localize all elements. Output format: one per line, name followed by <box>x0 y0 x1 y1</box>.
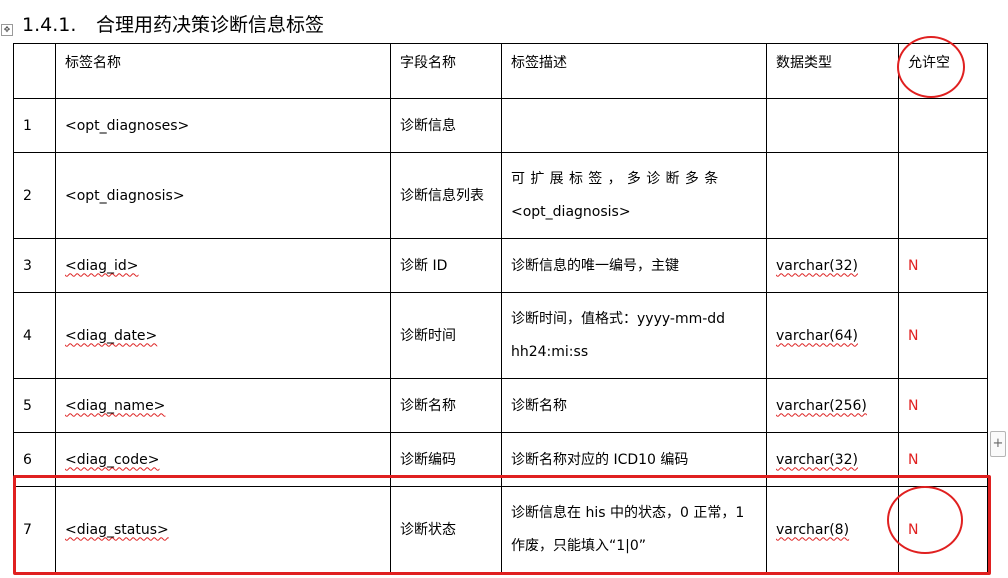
field-name-cell: 诊断信息 <box>390 98 502 153</box>
nullable-cell <box>898 98 988 153</box>
annotation-circle-header <box>897 36 965 98</box>
row-number: 2 <box>13 152 56 239</box>
row-number: 4 <box>13 292 56 379</box>
tag-name-text: <diag_name> <box>65 397 166 414</box>
row-number: 1 <box>13 98 56 153</box>
table-row: 5 <diag_name> 诊断名称 诊断名称 varchar(256) N <box>13 378 988 433</box>
description-cell: 诊断时间，值格式：yyyy-mm-dd hh24:mi:ss <box>501 292 767 379</box>
tag-name-cell: <diag_name> <box>55 378 391 433</box>
data-type-cell <box>766 98 899 153</box>
description-cell: 可扩展标签，多诊断多条 <opt_diagnosis> <box>501 152 767 239</box>
header-tag-name: 标签名称 <box>55 43 391 99</box>
header-index-cell <box>13 43 56 99</box>
header-field-name: 字段名称 <box>390 43 502 99</box>
data-type-text: varchar(64) <box>776 327 858 344</box>
tag-name-text: <diag_date> <box>65 327 158 344</box>
field-name-cell: 诊断名称 <box>390 378 502 433</box>
section-heading: 1.4.1. 合理用药决策诊断信息标签 <box>22 12 324 38</box>
table-header-row: 标签名称 字段名称 标签描述 数据类型 允许空 <box>13 43 988 99</box>
row-number: 5 <box>13 378 56 433</box>
description-cell <box>501 98 767 153</box>
description-line-2: <opt_diagnosis> <box>511 203 631 220</box>
description-line-1: 诊断时间，值格式：yyyy-mm-dd <box>511 310 726 327</box>
data-type-cell <box>766 152 899 239</box>
section-number: 1.4.1. <box>22 14 77 36</box>
tag-name-cell: <opt_diagnosis> <box>55 152 391 239</box>
row-number: 3 <box>13 238 56 293</box>
description-line-2: hh24:mi:ss <box>511 343 589 360</box>
nullable-cell <box>898 152 988 239</box>
tag-name-cell: <diag_date> <box>55 292 391 379</box>
header-data-type: 数据类型 <box>766 43 899 99</box>
description-line-1: 可扩展标签，多诊断多条 <box>511 170 724 187</box>
field-name-cell: 诊断时间 <box>390 292 502 379</box>
tag-name-text: <diag_code> <box>65 451 160 468</box>
table-row: 1 <opt_diagnoses> 诊断信息 <box>13 98 988 153</box>
data-type-text: varchar(32) <box>776 257 858 274</box>
data-type-text: varchar(256) <box>776 397 867 414</box>
data-type-cell: varchar(256) <box>766 378 899 433</box>
document-page: ✥ 1.4.1. 合理用药决策诊断信息标签 标签名称 字段名称 标签描述 数据类型… <box>0 0 1008 578</box>
nullable-cell: N <box>898 378 988 433</box>
description-cell: 诊断信息的唯一编号，主键 <box>501 238 767 293</box>
table-row: 2 <opt_diagnosis> 诊断信息列表 可扩展标签，多诊断多条 <opt… <box>13 152 988 239</box>
data-type-cell: varchar(64) <box>766 292 899 379</box>
table-row: 3 <diag_id> 诊断 ID 诊断信息的唯一编号，主键 varchar(3… <box>13 238 988 293</box>
add-row-plus-icon[interactable]: + <box>990 431 1006 457</box>
data-type-text: varchar(32) <box>776 451 858 468</box>
nullable-cell: N <box>898 238 988 293</box>
tag-name-text: <diag_id> <box>65 257 139 274</box>
field-name-cell: 诊断信息列表 <box>390 152 502 239</box>
tag-name-cell: <opt_diagnoses> <box>55 98 391 153</box>
nullable-cell: N <box>898 292 988 379</box>
tag-name-cell: <diag_id> <box>55 238 391 293</box>
field-name-cell: 诊断 ID <box>390 238 502 293</box>
table-row: 4 <diag_date> 诊断时间 诊断时间，值格式：yyyy-mm-dd hh… <box>13 292 988 379</box>
data-type-cell: varchar(32) <box>766 238 899 293</box>
annotation-rectangle-row-7 <box>13 475 991 575</box>
table-move-handle-icon[interactable]: ✥ <box>1 24 13 36</box>
section-title: 合理用药决策诊断信息标签 <box>96 14 325 36</box>
annotation-circle-row-7 <box>887 486 963 554</box>
header-tag-description: 标签描述 <box>501 43 767 99</box>
description-cell: 诊断名称 <box>501 378 767 433</box>
